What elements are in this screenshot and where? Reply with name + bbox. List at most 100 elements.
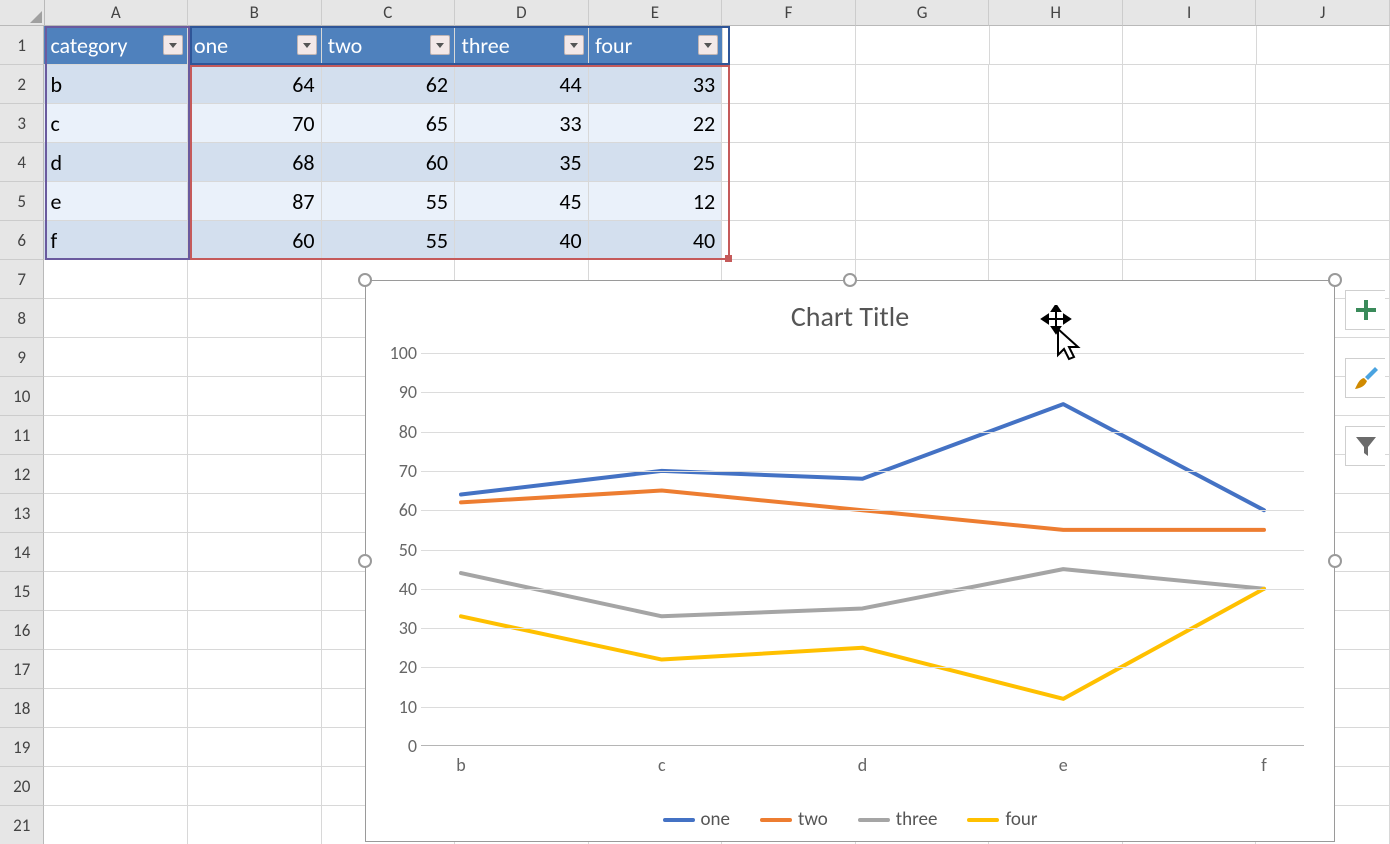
cell[interactable] bbox=[188, 689, 322, 728]
cell[interactable]: two bbox=[322, 26, 456, 65]
row-header[interactable]: 4 bbox=[0, 143, 44, 182]
cell[interactable]: 68 bbox=[188, 143, 322, 182]
chart-filters-button[interactable] bbox=[1345, 426, 1385, 466]
cell[interactable]: 40 bbox=[589, 221, 723, 260]
column-header[interactable]: C bbox=[322, 0, 456, 26]
chart-resize-handle[interactable] bbox=[1328, 273, 1342, 287]
column-header[interactable]: D bbox=[455, 0, 589, 26]
cell[interactable] bbox=[1256, 104, 1390, 143]
cell[interactable] bbox=[44, 455, 187, 494]
cell[interactable] bbox=[989, 221, 1123, 260]
cell[interactable] bbox=[188, 533, 322, 572]
row-header[interactable]: 13 bbox=[0, 494, 44, 533]
cell[interactable] bbox=[188, 728, 322, 767]
cell[interactable] bbox=[723, 26, 856, 65]
cell[interactable] bbox=[1256, 143, 1390, 182]
cell[interactable] bbox=[44, 260, 187, 299]
column-header[interactable]: E bbox=[589, 0, 723, 26]
row-header[interactable]: 1 bbox=[0, 26, 44, 65]
cell[interactable]: b bbox=[44, 65, 187, 104]
cell[interactable] bbox=[1256, 221, 1390, 260]
chart-resize-handle[interactable] bbox=[358, 273, 372, 287]
embedded-chart[interactable]: Chart Title 0102030405060708090100bcdef … bbox=[365, 280, 1335, 842]
chart-resize-handle[interactable] bbox=[843, 273, 857, 287]
cell[interactable] bbox=[44, 689, 187, 728]
cell[interactable] bbox=[856, 221, 990, 260]
legend-item[interactable]: one bbox=[663, 808, 730, 831]
row-header[interactable]: 21 bbox=[0, 806, 44, 844]
cell[interactable]: 60 bbox=[322, 143, 456, 182]
cell[interactable] bbox=[188, 767, 322, 806]
cell[interactable] bbox=[856, 182, 990, 221]
filter-dropdown-button[interactable] bbox=[163, 35, 183, 55]
row-header[interactable]: 2 bbox=[0, 65, 44, 104]
filter-dropdown-button[interactable] bbox=[297, 35, 317, 55]
filter-dropdown-button[interactable] bbox=[430, 35, 450, 55]
row-header[interactable]: 20 bbox=[0, 767, 44, 806]
column-header[interactable]: I bbox=[1123, 0, 1257, 26]
cell[interactable]: 12 bbox=[589, 182, 723, 221]
cell[interactable] bbox=[188, 611, 322, 650]
cell[interactable]: 44 bbox=[455, 65, 589, 104]
cell[interactable]: 33 bbox=[589, 65, 723, 104]
row-header[interactable]: 3 bbox=[0, 104, 44, 143]
cell[interactable]: 70 bbox=[188, 104, 322, 143]
cell[interactable] bbox=[44, 494, 187, 533]
column-header[interactable]: A bbox=[45, 0, 188, 26]
column-header[interactable]: G bbox=[856, 0, 990, 26]
row-header[interactable]: 18 bbox=[0, 689, 44, 728]
row-header[interactable]: 9 bbox=[0, 338, 44, 377]
cell[interactable] bbox=[722, 182, 856, 221]
series-line-four[interactable] bbox=[461, 589, 1264, 699]
cell[interactable] bbox=[856, 65, 990, 104]
chart-resize-handle[interactable] bbox=[358, 554, 372, 568]
row-header[interactable]: 19 bbox=[0, 728, 44, 767]
filter-dropdown-button[interactable] bbox=[564, 35, 584, 55]
cell[interactable] bbox=[722, 143, 856, 182]
cell[interactable]: 60 bbox=[188, 221, 322, 260]
cell[interactable] bbox=[1123, 26, 1256, 65]
cell[interactable] bbox=[1256, 182, 1390, 221]
cell[interactable]: 64 bbox=[188, 65, 322, 104]
cell[interactable]: 87 bbox=[188, 182, 322, 221]
row-header[interactable]: 8 bbox=[0, 299, 44, 338]
cell[interactable] bbox=[44, 299, 187, 338]
cell[interactable] bbox=[44, 572, 187, 611]
spreadsheet-grid[interactable]: ABCDEFGHIJ 1categoryonetwothreefour2b646… bbox=[0, 0, 1390, 844]
cell[interactable] bbox=[44, 728, 187, 767]
chart-resize-handle[interactable] bbox=[1328, 554, 1342, 568]
chart-elements-button[interactable] bbox=[1345, 290, 1385, 330]
cell[interactable]: d bbox=[44, 143, 187, 182]
cell[interactable]: c bbox=[44, 104, 187, 143]
cell[interactable] bbox=[722, 221, 856, 260]
cell[interactable]: e bbox=[44, 182, 187, 221]
cell[interactable] bbox=[1123, 65, 1257, 104]
row-header[interactable]: 16 bbox=[0, 611, 44, 650]
cell[interactable]: category bbox=[44, 26, 188, 65]
cell[interactable] bbox=[989, 143, 1123, 182]
chart-title[interactable]: Chart Title bbox=[366, 299, 1334, 334]
cell[interactable] bbox=[990, 26, 1123, 65]
row-header[interactable]: 10 bbox=[0, 377, 44, 416]
row-header[interactable]: 15 bbox=[0, 572, 44, 611]
cell[interactable] bbox=[1123, 143, 1257, 182]
cell[interactable] bbox=[188, 806, 322, 844]
row-header[interactable]: 7 bbox=[0, 260, 44, 299]
column-header[interactable]: H bbox=[989, 0, 1123, 26]
cell[interactable] bbox=[989, 65, 1123, 104]
cell[interactable] bbox=[44, 533, 187, 572]
row-header[interactable]: 14 bbox=[0, 533, 44, 572]
cell[interactable] bbox=[188, 572, 322, 611]
cell[interactable] bbox=[856, 104, 990, 143]
cell[interactable] bbox=[188, 416, 322, 455]
cell[interactable] bbox=[989, 182, 1123, 221]
cell[interactable]: four bbox=[589, 26, 723, 65]
cell[interactable] bbox=[188, 494, 322, 533]
row-header[interactable]: 11 bbox=[0, 416, 44, 455]
cell[interactable] bbox=[188, 377, 322, 416]
cell[interactable]: 33 bbox=[455, 104, 589, 143]
cell[interactable] bbox=[44, 377, 187, 416]
cell[interactable] bbox=[1123, 182, 1257, 221]
cell[interactable]: three bbox=[455, 26, 589, 65]
cell[interactable] bbox=[188, 455, 322, 494]
